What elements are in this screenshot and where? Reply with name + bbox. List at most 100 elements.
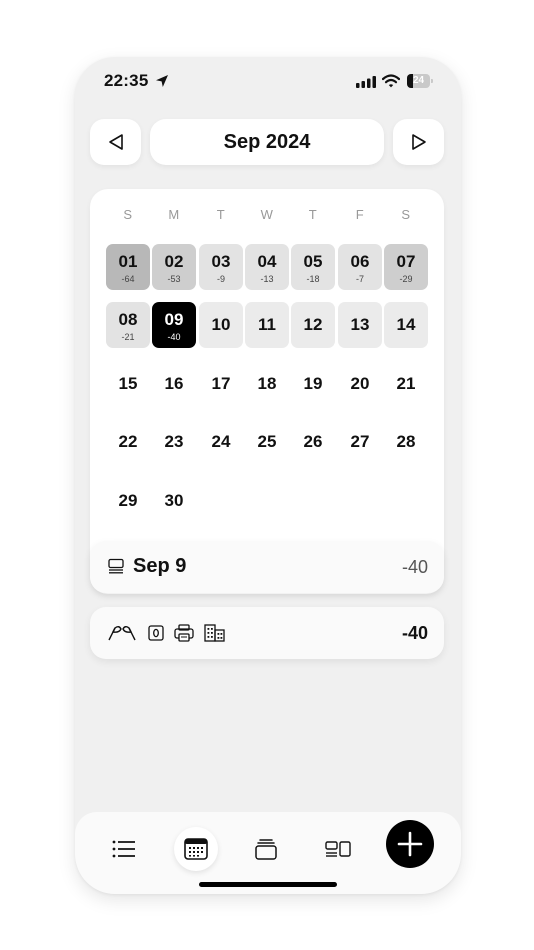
status-time: 22:35: [104, 71, 149, 90]
day-value: -40: [167, 332, 181, 342]
selected-day-card[interactable]: Sep 9 -40: [90, 541, 444, 593]
calendar-grid: S M T W T F S 01 -64 02 -53 03 -9 04 -13 05 -18 06…: [90, 189, 444, 594]
day-number: 08: [118, 310, 138, 329]
day-cell[interactable]: 05 -18: [291, 244, 335, 290]
day-cell[interactable]: 27: [338, 419, 382, 465]
stack-icon: [255, 839, 277, 860]
day-cell[interactable]: 29: [106, 478, 150, 524]
day-number: 24: [211, 432, 231, 451]
day-cell[interactable]: 25: [245, 419, 289, 465]
day-cell[interactable]: 01 -64: [106, 244, 150, 290]
day-value: -7: [355, 274, 364, 284]
tab-list[interactable]: [102, 827, 146, 871]
day-cell[interactable]: 09 -40: [152, 302, 196, 348]
day-number: 12: [303, 315, 323, 334]
battery-level-text: 24: [412, 75, 425, 86]
day-number: 05: [303, 252, 323, 271]
day-cell[interactable]: 06 -7: [338, 244, 382, 290]
add-entry-button[interactable]: [386, 820, 434, 868]
day-value: -53: [167, 274, 181, 284]
selected-day-total: -40: [401, 557, 428, 577]
tab-layout[interactable]: [316, 827, 360, 871]
day-cell[interactable]: 08 -21: [106, 302, 150, 348]
day-number: 28: [396, 432, 416, 451]
day-number: 30: [164, 491, 184, 510]
day-number: 20: [350, 374, 370, 393]
day-cell[interactable]: 02 -53: [152, 244, 196, 290]
day-number: 13: [350, 315, 370, 334]
cellular-signal-icon: [356, 76, 376, 88]
day-cell[interactable]: 21: [384, 361, 428, 407]
day-number: 17: [211, 374, 231, 393]
day-cell[interactable]: 15: [106, 361, 150, 407]
day-number: 19: [303, 374, 323, 393]
weekday-label: F: [355, 207, 365, 222]
phone-screen: 22:35 24 Sep 2024 S M T W T F S 01 -64 0…: [75, 57, 461, 894]
day-cell[interactable]: 03 -9: [199, 244, 243, 290]
status-bar: 22:35 24: [75, 57, 461, 107]
day-number: 23: [164, 432, 184, 451]
day-cell[interactable]: 20: [338, 361, 382, 407]
day-number: 10: [211, 315, 231, 334]
flags-icon: [108, 626, 136, 641]
triangle-left-icon: [108, 134, 123, 150]
list-icon: [108, 558, 124, 574]
day-number: 04: [257, 252, 277, 271]
weekday-label: S: [123, 207, 133, 222]
day-cell[interactable]: 04 -13: [245, 244, 289, 290]
day-number: 07: [396, 252, 416, 271]
day-cell[interactable]: 14: [384, 302, 428, 348]
day-cell[interactable]: 16: [152, 361, 196, 407]
day-cell[interactable]: 24: [199, 419, 243, 465]
day-cell[interactable]: 17: [199, 361, 243, 407]
tab-bar: [75, 812, 461, 894]
day-cell[interactable]: 22: [106, 419, 150, 465]
day-number: 15: [118, 374, 138, 393]
day-cell[interactable]: 11: [245, 302, 289, 348]
day-number: 03: [211, 252, 231, 271]
list-icon: [112, 840, 135, 858]
wifi-icon: [382, 74, 400, 88]
next-month-button[interactable]: [393, 119, 444, 165]
day-cell[interactable]: 10: [199, 302, 243, 348]
day-number: 02: [164, 252, 184, 271]
day-number: 25: [257, 432, 277, 451]
weekday-label: T: [308, 207, 318, 222]
previous-month-button[interactable]: [90, 119, 141, 165]
day-number: 01: [118, 252, 138, 271]
zero-box-icon: [148, 625, 164, 641]
day-cell[interactable]: 28: [384, 419, 428, 465]
day-number: 29: [118, 491, 138, 510]
tab-calendar[interactable]: [174, 827, 218, 871]
day-number: 14: [396, 315, 416, 334]
tab-stack[interactable]: [244, 827, 288, 871]
day-value: -64: [121, 274, 135, 284]
month-title[interactable]: Sep 2024: [150, 119, 384, 165]
day-number: 22: [118, 432, 138, 451]
entry-row[interactable]: -40: [90, 607, 444, 659]
day-cell[interactable]: 12: [291, 302, 335, 348]
printer-icon: [174, 624, 194, 642]
day-cell[interactable]: 30: [152, 478, 196, 524]
day-cell[interactable]: 26: [291, 419, 335, 465]
day-value: -18: [306, 274, 320, 284]
buildings-icon: [204, 624, 225, 642]
day-number: 11: [258, 315, 276, 334]
day-number: 16: [164, 374, 184, 393]
day-value: -13: [260, 274, 274, 284]
selected-day-title: Sep 9: [133, 555, 187, 577]
day-cell[interactable]: 19: [291, 361, 335, 407]
day-cell[interactable]: 13: [338, 302, 382, 348]
battery-indicator: 24: [407, 74, 433, 88]
day-value: -9: [216, 274, 225, 284]
home-indicator: [199, 882, 337, 887]
triangle-right-icon: [411, 134, 426, 150]
weekday-label: W: [260, 207, 274, 222]
day-cell[interactable]: 07 -29: [384, 244, 428, 290]
day-cell[interactable]: 18: [245, 361, 289, 407]
weekday-label: T: [216, 207, 226, 222]
day-number: 27: [350, 432, 370, 451]
day-cell[interactable]: 23: [152, 419, 196, 465]
plus-icon: [397, 831, 423, 857]
weekday-label: S: [401, 207, 411, 222]
